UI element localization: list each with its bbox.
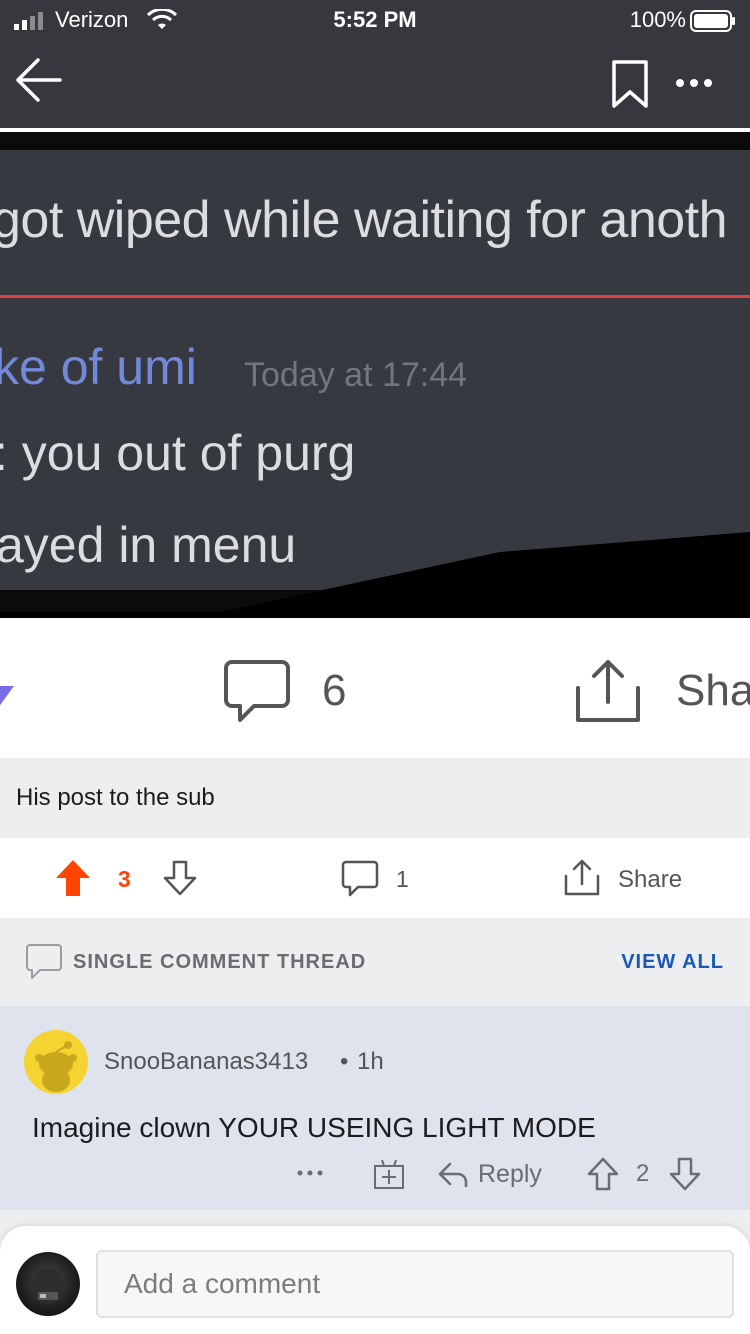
post-image[interactable]: got wiped while waiting for anoth ke of … [0,128,750,618]
post-comment-count[interactable]: 6 [322,666,346,716]
user-avatar[interactable] [16,1252,80,1316]
share-button[interactable]: Share [618,866,682,894]
downvote-icon[interactable] [668,1156,702,1192]
comment-score: 2 [636,1160,650,1187]
image-text-line: got wiped while waiting for anoth [0,191,728,249]
share-icon[interactable] [572,658,644,726]
screenshot-content: got wiped while waiting for anoth ke of … [0,150,750,590]
snoo-avatar[interactable] [24,1030,88,1094]
meta-separator: • [340,1048,349,1075]
image-username: ke of umi [0,339,197,395]
more-options-icon[interactable] [294,1158,326,1188]
comment-icon[interactable] [340,858,380,898]
more-options-icon[interactable] [670,68,718,98]
battery-icon [690,10,735,32]
add-comment-input[interactable]: Add a comment [96,1250,734,1318]
bookmark-icon[interactable] [608,58,652,110]
image-text-line: : you out of purg [0,425,356,481]
award-icon[interactable] [372,1158,406,1190]
comment-preview-text: His post to the sub [16,784,215,811]
reply-button[interactable]: Reply [478,1160,542,1189]
reply-count[interactable]: 1 [396,866,409,893]
upvote-icon[interactable] [586,1156,620,1192]
downvote-icon[interactable] [162,858,198,898]
top-bar: Verizon 5:52 PM 100% [0,0,750,128]
avatar-image [32,1268,64,1304]
comment-preview: His post to the sub [0,758,750,838]
comment-age: 1h [357,1048,384,1075]
thread-label: SINGLE COMMENT THREAD [73,951,367,973]
share-icon[interactable] [562,858,602,898]
upvote-icon[interactable] [54,858,92,898]
status-bar: Verizon 5:52 PM 100% [0,0,750,42]
comment-body: Imagine clown YOUR USEING LIGHT MODE [32,1112,596,1143]
post-share-button[interactable]: Sha [676,666,750,716]
downvote-arrow-icon[interactable] [0,682,22,712]
battery-percent: 100% [629,7,686,32]
vote-count: 3 [118,866,131,892]
view-all-link[interactable]: VIEW ALL [621,951,724,974]
reply-icon[interactable] [436,1158,470,1190]
comment-thread-icon [26,944,62,979]
image-timestamp: Today at 17:44 [244,356,468,394]
image-black-edge [0,532,750,618]
comment-icon[interactable] [222,656,292,726]
new-message-divider [0,295,750,298]
comment-username[interactable]: SnooBananas3413 [104,1048,308,1076]
back-arrow-icon[interactable] [14,56,64,104]
